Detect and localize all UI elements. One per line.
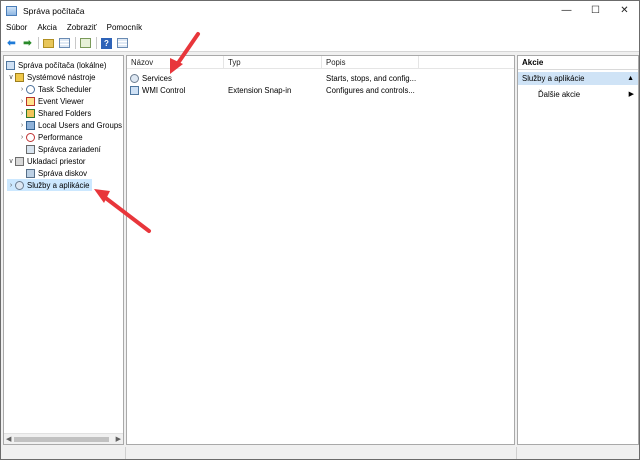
chevron-right-icon[interactable]: › [7, 182, 15, 189]
tree-item-label: Služby a aplikácie [27, 180, 90, 190]
chevron-down-icon[interactable]: ∨ [7, 73, 15, 81]
list-column-header: Názov Typ Popis [127, 56, 514, 69]
computer-management-window: Správa počítača — ☐ ✕ Súbor Akcia Zobraz… [0, 0, 640, 460]
up-folder-icon[interactable] [42, 37, 55, 49]
wmi-control-icon [130, 85, 139, 95]
list-item-description: Starts, stops, and config... [326, 73, 417, 83]
tree-item-device-manager[interactable]: Správca zariadení [26, 143, 101, 155]
action-label: Ďalšie akcie [538, 90, 581, 99]
collapse-up-icon[interactable]: ▲ [627, 72, 634, 85]
back-arrow-icon[interactable]: ⬅ [5, 37, 18, 49]
menu-help[interactable]: Pomocník [107, 23, 143, 32]
device-manager-icon [26, 144, 35, 154]
menu-file[interactable]: Súbor [6, 23, 27, 32]
toolbar-separator [38, 37, 39, 49]
tree-item-shared-folders[interactable]: › Shared Folders [18, 107, 91, 119]
actions-section-services-apps[interactable]: Služby a aplikácie ▲ [518, 72, 638, 85]
list-item-name: WMI Control [142, 85, 186, 95]
storage-icon [15, 156, 24, 166]
scroll-right-icon[interactable]: ▶ [116, 435, 121, 443]
tree-item-task-scheduler[interactable]: › Task Scheduler [18, 83, 91, 95]
tree-item-disk-management[interactable]: Správa diskov [26, 167, 87, 179]
tree-item-event-viewer[interactable]: › Event Viewer [18, 95, 84, 107]
tree-item-label: Local Users and Groups [38, 120, 123, 130]
menu-view[interactable]: Zobraziť [67, 23, 97, 32]
maximize-button[interactable]: ☐ [581, 1, 610, 20]
action-more-actions[interactable]: Ďalšie akcie ▶ [538, 89, 638, 101]
tree-item-label: Systémové nástroje [27, 72, 96, 82]
chevron-right-icon[interactable]: › [18, 86, 26, 93]
computer-icon [6, 60, 15, 70]
tree-item-performance[interactable]: › Performance [18, 131, 83, 143]
tree-item-label: Ukladací priestor [27, 156, 86, 166]
shared-folders-icon [26, 108, 35, 118]
list-item-wmi-control[interactable]: WMI Control Extension Snap-in Configures… [127, 84, 419, 96]
actions-title: Akcie [518, 56, 638, 70]
tree-item-label: Shared Folders [38, 108, 92, 118]
tree-item-services-apps[interactable]: › Služby a aplikácie [7, 179, 93, 191]
tree-item-label: Správa diskov [38, 168, 87, 178]
chevron-right-icon[interactable]: › [18, 134, 26, 141]
system-tools-icon [15, 72, 24, 82]
tree-root[interactable]: Správa počítača (lokálne) [6, 59, 106, 71]
tree-item-label: Task Scheduler [38, 84, 92, 94]
tree-item-local-users[interactable]: › Local Users and Groups [18, 119, 122, 131]
local-users-icon [26, 120, 35, 130]
close-button[interactable]: ✕ [610, 1, 639, 20]
actions-section-label: Služby a aplikácie [522, 74, 585, 83]
computer-management-icon [6, 5, 17, 16]
show-hide-console-tree-icon[interactable] [58, 37, 71, 49]
services-icon [130, 73, 139, 83]
title-bar: Správa počítača — ☐ ✕ [1, 1, 639, 20]
help-icon[interactable]: ? [100, 37, 113, 49]
export-list-icon[interactable] [79, 37, 92, 49]
event-viewer-icon [26, 96, 35, 106]
tree-horizontal-scrollbar[interactable]: ◀ ▶ [4, 433, 123, 444]
menu-bar: Súbor Akcia Zobraziť Pomocník [1, 20, 639, 35]
minimize-button[interactable]: — [552, 1, 581, 20]
tree-item-label: Performance [38, 132, 83, 142]
forward-arrow-icon[interactable]: ➡ [21, 37, 34, 49]
task-scheduler-icon [26, 84, 35, 94]
list-item-description: Configures and controls... [326, 85, 415, 95]
chevron-right-icon[interactable]: › [18, 122, 26, 129]
performance-icon [26, 132, 35, 142]
window-title: Správa počítača [23, 5, 85, 16]
toolbar-separator [96, 37, 97, 49]
scroll-left-icon[interactable]: ◀ [6, 435, 11, 443]
actions-pane: Akcie Služby a aplikácie ▲ Ďalšie akcie … [517, 55, 639, 445]
list-item-services[interactable]: Services Starts, stops, and config... [127, 72, 419, 84]
console-tree-pane: Správa počítača (lokálne) ∨ Systémové ná… [3, 55, 124, 445]
list-item-type: Extension Snap-in [228, 85, 292, 95]
status-bar [1, 447, 639, 459]
disk-management-icon [26, 168, 35, 178]
submenu-arrow-icon: ▶ [628, 91, 634, 98]
menu-action[interactable]: Akcia [37, 23, 57, 32]
tree-item-storage[interactable]: ∨ Ukladací priestor [7, 155, 86, 167]
column-name[interactable]: Názov [127, 56, 224, 69]
services-apps-icon [15, 180, 24, 190]
toolbar: ⬅ ➡ ? [1, 35, 639, 52]
show-hide-action-pane-icon[interactable] [116, 37, 129, 49]
scrollbar-thumb[interactable] [14, 437, 109, 442]
chevron-right-icon[interactable]: › [18, 110, 26, 117]
chevron-right-icon[interactable]: › [18, 98, 26, 105]
toolbar-separator [75, 37, 76, 49]
tree-item-label: Správca zariadení [38, 144, 101, 154]
tree-item-label: Event Viewer [38, 96, 84, 106]
tree-root-label: Správa počítača (lokálne) [18, 60, 107, 70]
tree-item-system-tools[interactable]: ∨ Systémové nástroje [7, 71, 95, 83]
column-type[interactable]: Typ [224, 56, 322, 69]
chevron-down-icon[interactable]: ∨ [7, 157, 15, 165]
results-list-pane: Názov Typ Popis Services Starts, stops, … [126, 55, 515, 445]
column-description[interactable]: Popis [322, 56, 419, 69]
list-item-name: Services [142, 73, 172, 83]
